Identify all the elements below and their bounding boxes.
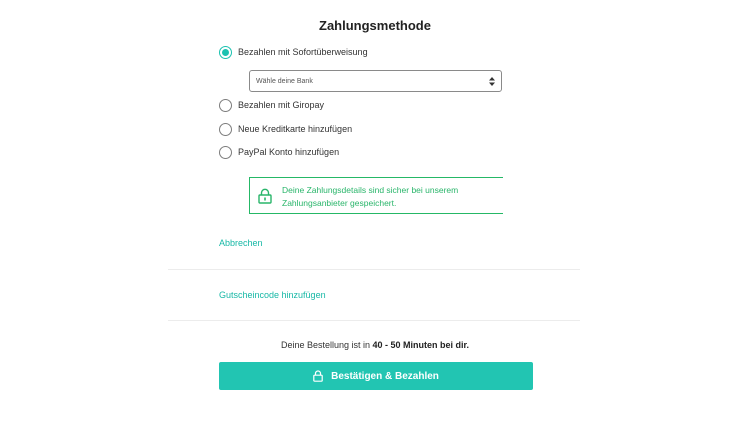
select-arrows-icon — [488, 76, 496, 86]
lock-icon — [258, 188, 272, 204]
divider — [168, 269, 580, 270]
page-title: Zahlungsmethode — [319, 18, 431, 33]
payment-option-label: PayPal Konto hinzufügen — [238, 147, 340, 157]
radio-giropay[interactable] — [219, 98, 232, 112]
bank-select-value: Wähle deine Bank — [256, 77, 313, 85]
payment-option-label: Neue Kreditkarte hinzufügen — [238, 124, 353, 134]
secure-text-line1: Deine Zahlungsdetails sind sicher bei un… — [282, 185, 459, 195]
radio-paypal[interactable] — [219, 145, 232, 159]
payment-option-giropay[interactable]: Bezahlen mit Giropay — [219, 98, 324, 112]
secure-payment-text: Deine Zahlungsdetails sind sicher bei un… — [282, 184, 497, 210]
secure-text-line2: Zahlungsanbieter gespeichert. — [282, 198, 397, 208]
divider — [168, 320, 580, 321]
secure-payment-notice: Deine Zahlungsdetails sind sicher bei un… — [249, 177, 503, 214]
add-voucher-link[interactable]: Gutscheincode hinzufügen — [219, 290, 326, 300]
bank-select[interactable]: Wähle deine Bank — [249, 70, 502, 92]
radio-creditcard[interactable] — [219, 122, 232, 136]
payment-option-label: Bezahlen mit Giropay — [238, 100, 325, 110]
radio-sofort[interactable] — [219, 45, 232, 59]
cancel-link[interactable]: Abbrechen — [219, 238, 263, 248]
delivery-prefix: Deine Bestellung ist in — [280, 340, 373, 350]
confirm-pay-button[interactable]: Bestätigen & Bezahlen — [219, 362, 533, 390]
payment-option-label: Bezahlen mit Sofortüberweisung — [238, 47, 368, 57]
lock-icon — [313, 370, 323, 382]
payment-option-sofort[interactable]: Bezahlen mit Sofortüberweisung — [219, 45, 368, 59]
payment-option-creditcard[interactable]: Neue Kreditkarte hinzufügen — [219, 122, 352, 136]
confirm-pay-label: Bestätigen & Bezahlen — [331, 370, 439, 382]
delivery-time: 40 - 50 Minuten bei dir. — [372, 340, 470, 350]
payment-option-paypal[interactable]: PayPal Konto hinzufügen — [219, 145, 339, 159]
delivery-estimate: Deine Bestellung ist in 40 - 50 Minuten … — [0, 340, 750, 350]
